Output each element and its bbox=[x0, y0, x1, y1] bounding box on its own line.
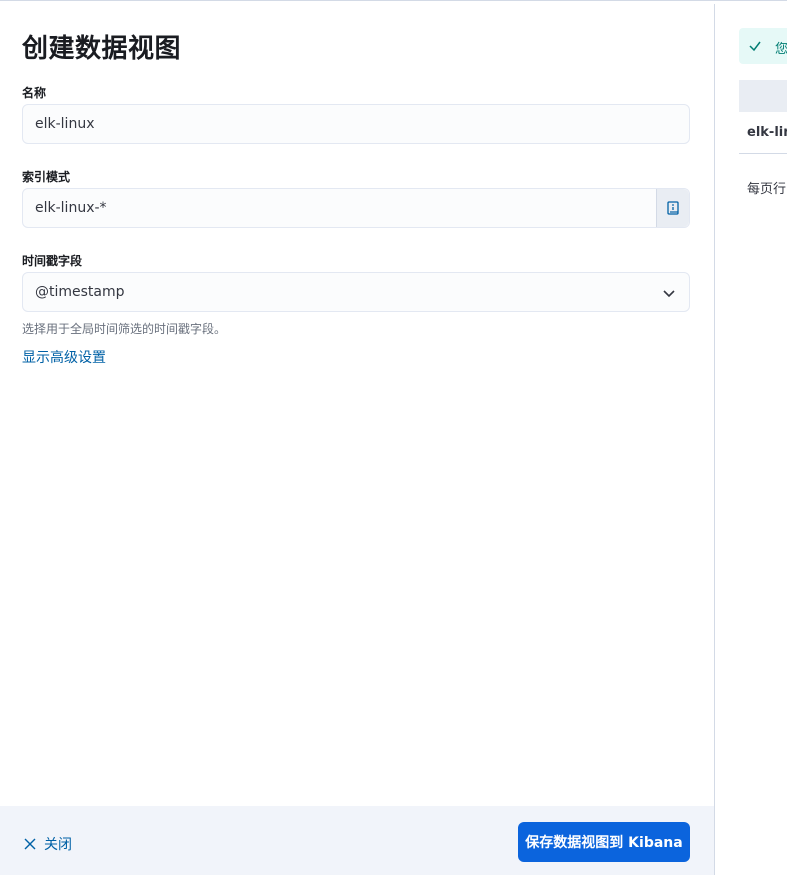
name-input-value: elk-linux bbox=[35, 116, 95, 132]
flyout-footer: 关闭 保存数据视图到 Kibana bbox=[0, 806, 714, 875]
save-data-view-button[interactable]: 保存数据视图到 Kibana bbox=[518, 822, 690, 862]
sources-table-header bbox=[739, 80, 787, 112]
show-advanced-settings-link[interactable]: 显示高级设置 bbox=[22, 347, 106, 367]
close-button[interactable]: 关闭 bbox=[24, 834, 72, 854]
timestamp-field-label: 时间戳字段 bbox=[22, 254, 83, 268]
index-pattern-input[interactable]: elk-linux-* bbox=[22, 188, 690, 228]
success-callout: 您 bbox=[739, 28, 787, 64]
index-pattern-label: 索引模式 bbox=[22, 170, 71, 184]
success-callout-text: 您 bbox=[775, 42, 787, 57]
close-button-label: 关闭 bbox=[44, 837, 72, 853]
name-input[interactable]: elk-linux bbox=[22, 104, 690, 144]
timestamp-select[interactable]: @timestamp bbox=[22, 272, 690, 312]
preview-panel: 您 elk-lin 每页行 bbox=[715, 4, 787, 875]
timestamp-select-value: @timestamp bbox=[35, 284, 125, 300]
info-book-icon[interactable] bbox=[656, 189, 689, 227]
table-row-divider bbox=[739, 153, 787, 154]
page-title: 创建数据视图 bbox=[22, 34, 182, 64]
table-row[interactable]: elk-lin bbox=[747, 125, 787, 140]
name-label: 名称 bbox=[22, 86, 47, 100]
timestamp-help-text: 选择用于全局时间筛选的时间戳字段。 bbox=[22, 322, 227, 336]
check-icon bbox=[749, 41, 761, 52]
rows-per-page-button[interactable]: 每页行 bbox=[747, 178, 786, 197]
index-pattern-value: elk-linux-* bbox=[35, 200, 107, 216]
close-icon bbox=[24, 838, 36, 850]
create-data-view-flyout: 创建数据视图 名称 elk-linux 索引模式 elk-linux-* 时间戳… bbox=[0, 4, 714, 875]
chevron-down-icon bbox=[663, 290, 675, 298]
